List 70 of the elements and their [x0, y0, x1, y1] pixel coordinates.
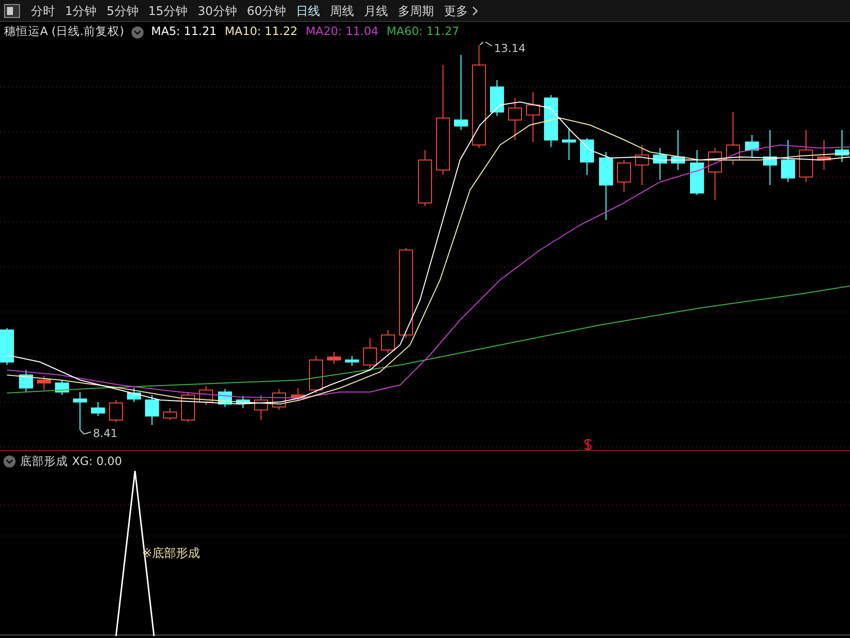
candlestick — [690, 150, 704, 196]
stock-title: 穗恒运A (日线.前复权) — [4, 23, 124, 40]
dropdown-icon[interactable] — [3, 455, 16, 468]
dropdown-icon[interactable] — [131, 26, 144, 38]
moving-average-value: MA10: 11.22 — [224, 23, 298, 40]
candlestick — [508, 98, 522, 140]
chevron-right-icon — [472, 6, 478, 16]
candlestick — [617, 160, 631, 192]
candlestick — [799, 130, 813, 182]
candlestick — [327, 352, 341, 364]
candlestick — [363, 338, 377, 368]
low-price-label: 8.41 — [93, 427, 118, 440]
leader-line — [80, 430, 92, 435]
candlestick — [708, 148, 722, 200]
candlestick — [37, 376, 51, 390]
candlestick — [381, 330, 395, 354]
candlestick — [309, 356, 323, 394]
candlestick — [580, 138, 594, 176]
candlestick — [55, 380, 69, 396]
moving-average-value: MA20: 11.04 — [306, 23, 378, 40]
candlestick — [145, 394, 159, 426]
candlestick — [671, 130, 685, 170]
candlestick — [562, 128, 576, 160]
candlestick — [73, 392, 87, 430]
candlestick — [0, 328, 14, 366]
period-tab[interactable]: 分时 — [26, 0, 60, 20]
candlestick — [653, 148, 667, 180]
candlestick — [345, 356, 359, 366]
candlestick — [199, 386, 213, 406]
candlestick — [835, 130, 849, 162]
candlestick — [418, 150, 432, 206]
period-tab[interactable]: 日线 — [291, 0, 326, 20]
candlestick — [599, 152, 613, 220]
candlestick — [817, 140, 831, 170]
period-tab[interactable]: 周线 — [325, 0, 360, 20]
candlestick — [272, 388, 286, 410]
high-price-label: 13.14 — [494, 42, 526, 55]
candlestick — [526, 92, 540, 142]
leader-line — [480, 42, 492, 46]
panel-toggle-icon[interactable] — [4, 4, 20, 18]
period-tab[interactable]: 60分钟 — [242, 0, 292, 20]
period-tab[interactable]: 更多 — [439, 0, 484, 20]
moving-average-value: MA60: 11.27 — [386, 23, 460, 40]
candlestick — [218, 388, 232, 408]
indicator-reading: XG: 0.00 — [72, 453, 122, 470]
candlestick — [291, 388, 305, 400]
candlestick — [127, 388, 141, 402]
period-tab[interactable]: 月线 — [359, 0, 394, 20]
candlestick — [109, 400, 123, 422]
period-tab[interactable]: 1分钟 — [60, 0, 102, 20]
period-tab[interactable]: 5分钟 — [102, 0, 144, 20]
candlestick — [781, 140, 795, 182]
candlestick — [19, 370, 33, 392]
period-tab[interactable]: 15分钟 — [143, 0, 193, 20]
candlestick — [635, 144, 649, 186]
candlestick — [236, 396, 250, 408]
indicator-title: 底部形成 — [20, 453, 68, 470]
candlestick — [745, 134, 759, 158]
candlestick — [544, 94, 558, 148]
candlestick — [490, 80, 504, 116]
candlestick — [163, 408, 177, 420]
candlestick — [254, 394, 268, 420]
moving-average-value: MA5: 11.21 — [151, 23, 217, 40]
signal-marker-icon — [584, 438, 592, 450]
candlestick — [726, 112, 740, 166]
candlestick — [91, 402, 105, 416]
period-tab[interactable]: 多周期 — [393, 0, 440, 20]
candlestick — [181, 392, 195, 422]
period-tab[interactable]: 30分钟 — [192, 0, 242, 20]
candlestick — [763, 130, 777, 186]
